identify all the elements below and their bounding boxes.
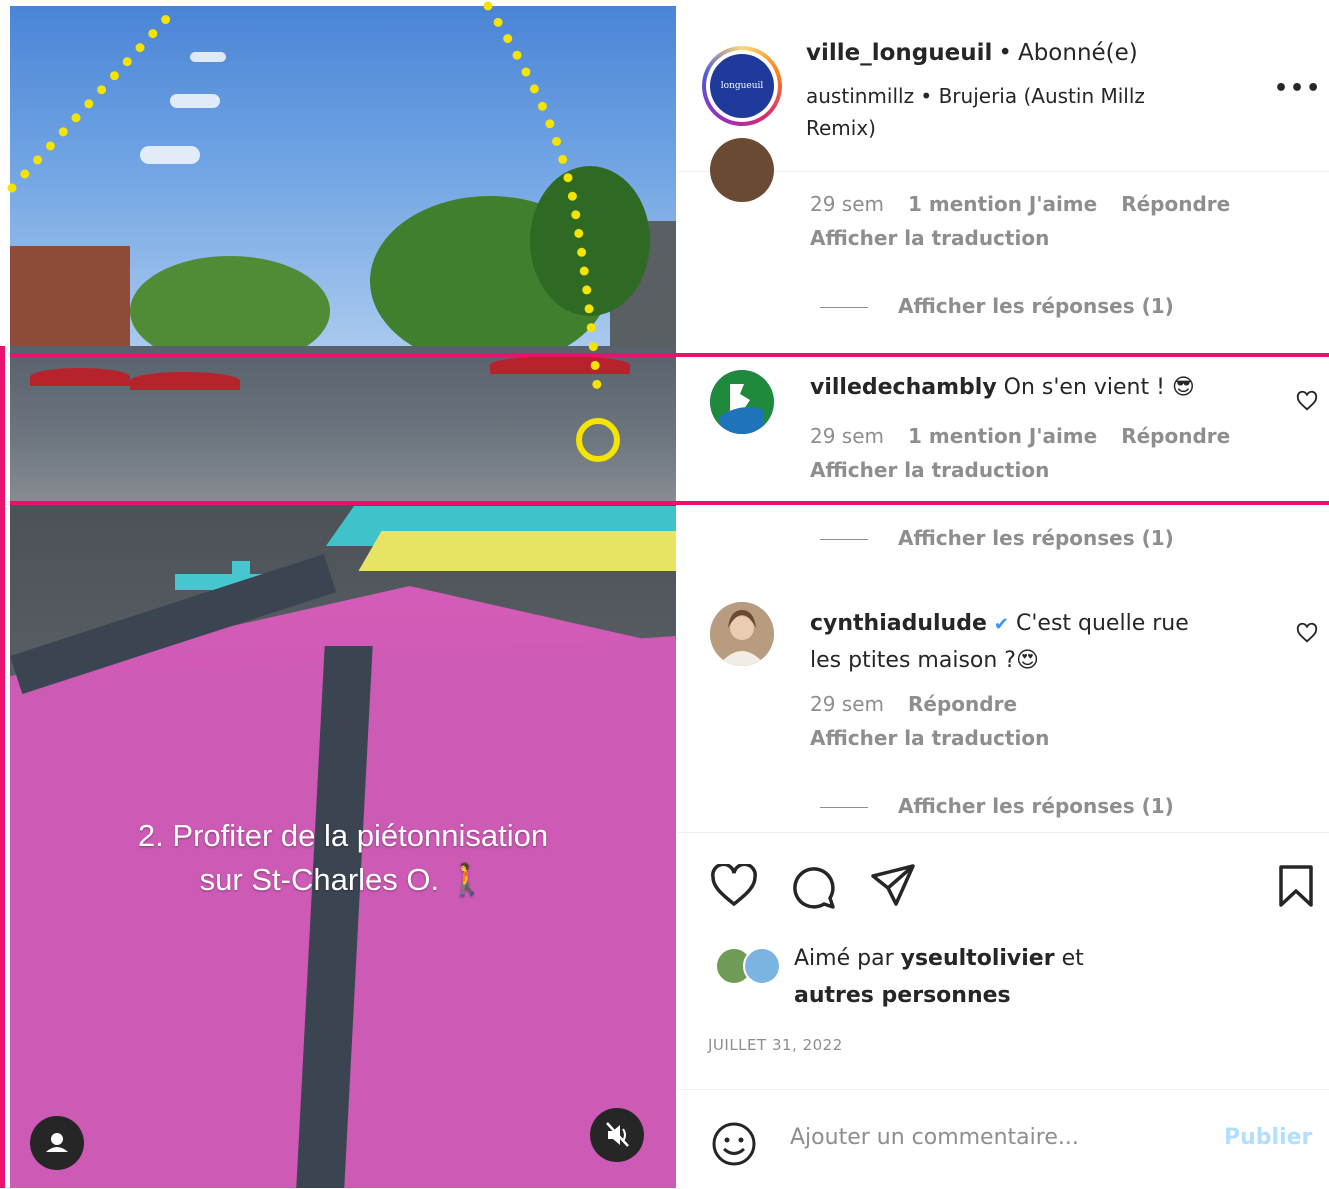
comment-meta: 29 sem 1 mention J'aime Répondre xyxy=(810,192,1254,216)
liked-others-link[interactable]: autres personnes xyxy=(794,983,1011,1008)
speaker-muted-icon xyxy=(606,1122,629,1147)
comment-meta: 29 sem 1 mention J'aime Répondre xyxy=(810,424,1254,448)
view-replies-label: Afficher les réponses (1) xyxy=(898,294,1174,318)
view-replies-button[interactable]: Afficher les réponses (1) xyxy=(820,526,1174,550)
post-author: ville_longueuil • Abonné(e) xyxy=(806,40,1138,66)
post-header: longueuil ville_longueuil • Abonné(e) aust… xyxy=(678,6,1329,172)
comment-time: 29 sem xyxy=(810,192,885,216)
mute-button[interactable] xyxy=(590,1108,644,1162)
like-comment-icon[interactable] xyxy=(1296,622,1318,644)
tree xyxy=(530,166,650,316)
follow-status[interactable]: Abonné(e) xyxy=(1018,40,1138,66)
view-replies-label: Afficher les réponses (1) xyxy=(898,794,1174,818)
account-logo: longueuil xyxy=(710,54,774,118)
see-translation-link[interactable]: Afficher la traduction xyxy=(810,726,1049,750)
liked-prefix: Aimé par xyxy=(794,946,894,971)
cloud xyxy=(140,146,200,164)
reply-button[interactable]: Répondre xyxy=(1121,424,1230,448)
comment-avatar[interactable] xyxy=(710,602,774,666)
user-icon xyxy=(46,1133,68,1152)
umbrella xyxy=(130,372,240,390)
account-avatar[interactable]: longueuil xyxy=(702,46,782,126)
more-options-button[interactable]: ••• xyxy=(1274,76,1322,101)
reply-button[interactable]: Répondre xyxy=(908,692,1017,716)
comment-username[interactable]: cynthiadulude xyxy=(810,611,987,636)
post-video[interactable]: 2. Profiter de la piétonnisation sur St-… xyxy=(10,6,676,1188)
caption-line: 2. Profiter de la piétonnisation xyxy=(137,818,549,853)
verified-badge-icon: ✔ xyxy=(993,614,1009,635)
liked-user-link[interactable]: yseultolivier xyxy=(901,946,1055,971)
highlight-line-left xyxy=(0,346,5,1188)
comment-avatar[interactable] xyxy=(710,370,774,434)
view-replies-button[interactable]: Afficher les réponses (1) xyxy=(820,794,1174,818)
audio-track-link[interactable]: austinmillz • Brujeria (Austin Millz Rem… xyxy=(806,80,1196,144)
view-replies-button[interactable]: Afficher les réponses (1) xyxy=(820,294,1174,318)
comment-meta: 29 sem Répondre xyxy=(810,692,1041,716)
liked-suffix: et xyxy=(1061,946,1084,971)
separator: • xyxy=(998,40,1012,66)
tagged-users-button[interactable] xyxy=(30,1116,84,1170)
video-caption: 2. Profiter de la piétonnisation sur St-… xyxy=(10,814,676,902)
highlight-line-top xyxy=(10,353,1329,357)
highlight-line-bottom xyxy=(10,501,1329,505)
comment-text: villedechambly On s'en vient ! 😎 xyxy=(810,370,1195,406)
post-date[interactable]: JUILLET 31, 2022 xyxy=(708,1036,843,1054)
comment-input[interactable]: Ajouter un commentaire... xyxy=(790,1125,1079,1150)
umbrella xyxy=(490,356,630,374)
cloud xyxy=(170,94,220,108)
comment-time: 29 sem xyxy=(810,424,885,448)
see-translation-link[interactable]: Afficher la traduction xyxy=(810,458,1049,482)
comment-icon[interactable] xyxy=(790,864,836,910)
chambly-logo-icon xyxy=(710,370,774,434)
comment-username[interactable]: villedechambly xyxy=(810,375,997,400)
liked-by-text: Aimé par yseultolivier et autres personn… xyxy=(794,940,1084,1014)
like-icon[interactable] xyxy=(710,864,758,908)
view-replies-label: Afficher les réponses (1) xyxy=(898,526,1174,550)
umbrella xyxy=(30,368,130,386)
comment-time: 29 sem xyxy=(810,692,885,716)
comment-likes[interactable]: 1 mention J'aime xyxy=(908,192,1097,216)
see-translation-link[interactable]: Afficher la traduction xyxy=(810,226,1049,250)
comment-body: les ptites maison ?😍 xyxy=(810,648,1039,673)
publish-button[interactable]: Publier xyxy=(1224,1125,1312,1150)
post-sidebar: longueuil ville_longueuil • Abonné(e) aust… xyxy=(678,6,1329,1188)
profile-photo-icon xyxy=(710,602,774,666)
painted-stripe xyxy=(358,531,676,571)
comment-body: On s'en vient ! 😎 xyxy=(1003,375,1195,400)
save-bookmark-icon[interactable] xyxy=(1278,864,1314,908)
cloud xyxy=(190,52,226,62)
caption-line: sur St-Charles O. 🚶 xyxy=(199,862,487,897)
comment-text: cynthiadulude ✔ C'est quelle rue les pti… xyxy=(810,606,1240,679)
username-link[interactable]: ville_longueuil xyxy=(806,40,992,66)
comment-likes[interactable]: 1 mention J'aime xyxy=(908,424,1097,448)
comment-avatar[interactable] xyxy=(710,138,774,202)
comment-body: C'est quelle rue xyxy=(1016,611,1189,636)
reply-button[interactable]: Répondre xyxy=(1121,192,1230,216)
emoji-icon[interactable] xyxy=(710,1120,758,1168)
like-comment-icon[interactable] xyxy=(1296,390,1318,412)
share-icon[interactable] xyxy=(870,862,916,908)
liked-by-avatars xyxy=(715,947,781,985)
